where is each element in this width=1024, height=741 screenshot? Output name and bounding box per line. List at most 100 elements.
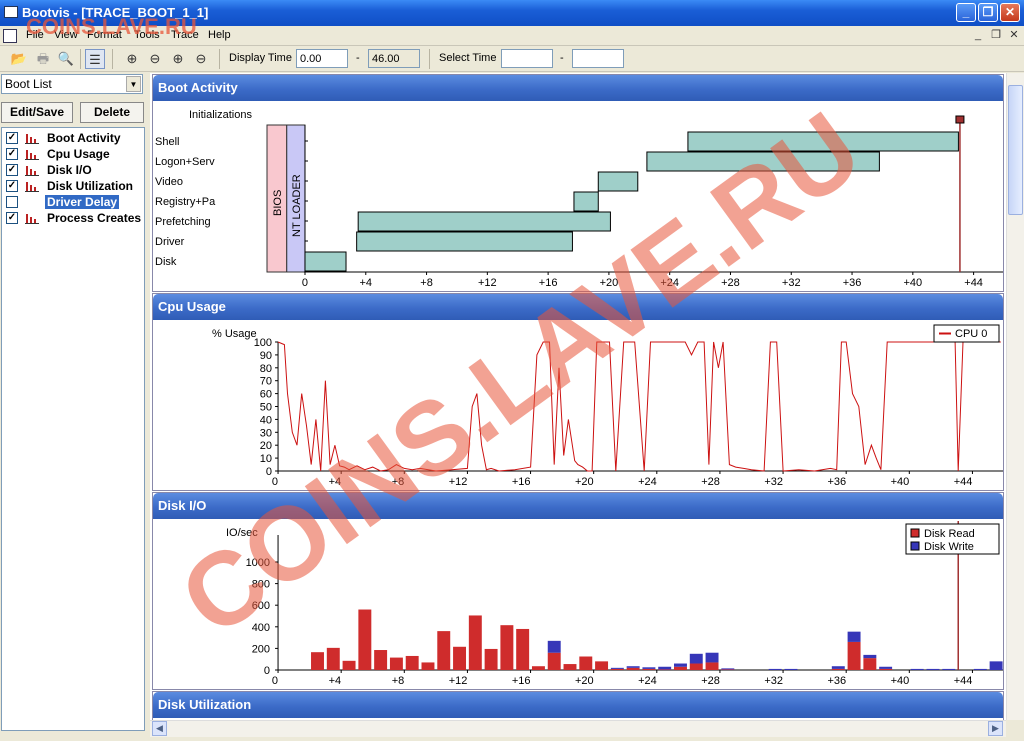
menu-trace[interactable]: Trace: [171, 29, 199, 41]
list-view-icon[interactable]: ☰: [85, 49, 105, 69]
disk-read-bar: [689, 663, 703, 670]
menu-tools[interactable]: Tools: [134, 29, 160, 41]
disk-write-bar: [689, 653, 703, 664]
horizontal-scrollbar[interactable]: ◀ ▶: [150, 720, 1006, 737]
x-tick-label: +8: [392, 675, 405, 687]
disk-write-bar: [547, 640, 561, 653]
disk-write-bar: [768, 668, 782, 670]
menu-help[interactable]: Help: [208, 29, 231, 41]
zoom-out-all-icon[interactable]: ⊖: [191, 49, 211, 69]
cpu-usage-chart[interactable]: % Usage01020304050607080901000 +4 +8 +12 +16…: [153, 320, 1003, 491]
close-button[interactable]: ✕: [1000, 3, 1020, 22]
disk-io-chart[interactable]: IO/sec 0 200 400 600 800 1000 0 +4 +8 +12 +16 +20 +24…: [153, 519, 1003, 690]
zoom-in-icon[interactable]: ⊕: [122, 49, 142, 69]
x-tick-label: +16: [512, 675, 531, 687]
disk-read-bar: [579, 656, 593, 670]
x-tick-label: +24: [638, 675, 657, 687]
y-tick-label: 70: [260, 376, 272, 388]
disk-write-bar: [942, 668, 956, 670]
edit-save-button[interactable]: Edit/Save: [1, 102, 73, 123]
checkbox[interactable]: ✓: [6, 148, 18, 160]
disk-write-bar: [989, 661, 1003, 670]
mdi-restore-button[interactable]: ❐: [988, 28, 1004, 43]
disk-write-bar: [626, 666, 640, 668]
checkbox[interactable]: ✓: [6, 180, 18, 192]
left-panel: Boot List ▼ Edit/Save Delete ✓ Boot Activ…: [0, 73, 148, 741]
list-item[interactable]: ✓ Boot Activity: [4, 130, 144, 146]
scroll-right-icon[interactable]: ▶: [988, 721, 1003, 736]
boot-list-dropdown[interactable]: Boot List ▼: [1, 74, 143, 94]
maximize-button[interactable]: ❐: [978, 3, 998, 22]
y-tick-label: 600: [252, 600, 270, 612]
disk-read-bar: [595, 661, 609, 670]
x-tick-label: +28: [701, 476, 720, 488]
list-item[interactable]: ✓ Cpu Usage: [4, 146, 144, 162]
checkbox[interactable]: ✓: [6, 132, 18, 144]
bar-chart-icon: [25, 148, 39, 160]
display-time-separator: -: [356, 52, 360, 64]
disk-write-bar: [879, 666, 893, 669]
disk-read-bar: [311, 652, 324, 670]
list-item-label: Process Creates: [47, 211, 142, 225]
open-folder-icon[interactable]: 📂: [9, 49, 29, 69]
menu-view[interactable]: View: [54, 29, 78, 41]
chevron-down-icon[interactable]: ▼: [126, 76, 141, 92]
x-tick-label: +36: [843, 277, 862, 289]
toolbar-separator: [80, 49, 81, 69]
x-tick-label: +44: [954, 675, 973, 687]
disk-read-bar: [374, 650, 388, 670]
display-time-to-input[interactable]: [368, 49, 420, 68]
x-tick-label: +44: [954, 476, 973, 488]
zoom-in-all-icon[interactable]: ⊕: [168, 49, 188, 69]
print-icon[interactable]: 🖶: [33, 49, 53, 69]
menu-file[interactable]: File: [26, 29, 44, 41]
row-label: Shell: [155, 136, 179, 148]
x-tick-label: +36: [828, 476, 847, 488]
x-tick-label: +36: [828, 675, 847, 687]
scroll-left-icon[interactable]: ◀: [152, 721, 167, 736]
checkbox[interactable]: ✓: [6, 212, 18, 224]
disk-read-bar: [610, 668, 624, 670]
y-tick-label: 400: [252, 622, 270, 634]
x-tick-label: +12: [449, 476, 468, 488]
minimize-button[interactable]: _: [956, 3, 976, 22]
vertical-scrollbar[interactable]: [1006, 73, 1024, 721]
disk-read-bar: [437, 631, 451, 670]
list-item-label: Boot Activity: [47, 131, 121, 145]
activity-bar: [597, 171, 639, 192]
chart-top-label: Initializations: [189, 109, 252, 121]
y-tick-label: 20: [260, 440, 272, 452]
list-item[interactable]: ✓ Process Creates: [4, 210, 144, 226]
y-tick-label: 10: [260, 453, 272, 465]
print-preview-icon[interactable]: 🔍: [56, 49, 76, 69]
y-axis-label: % Usage: [212, 328, 257, 340]
mdi-close-button[interactable]: ✕: [1006, 28, 1022, 43]
zoom-out-icon[interactable]: ⊖: [145, 49, 165, 69]
document-icon: [3, 29, 17, 43]
x-tick-label: +28: [721, 277, 740, 289]
select-time-to-input[interactable]: [572, 49, 624, 68]
x-tick-label: +8: [420, 277, 433, 289]
legend-label: CPU 0: [955, 328, 987, 340]
activity-bar: [304, 251, 347, 272]
checkbox[interactable]: ✓: [6, 164, 18, 176]
list-item[interactable]: ✓ Disk I/O: [4, 162, 144, 178]
checkbox[interactable]: [6, 196, 18, 208]
x-tick-label: +16: [512, 476, 531, 488]
x-tick-label: +12: [478, 277, 497, 289]
row-label: Logon+Serv: [155, 156, 215, 168]
mdi-minimize-button[interactable]: _: [970, 28, 986, 43]
y-tick-label: 90: [260, 350, 272, 362]
delete-button[interactable]: Delete: [80, 102, 144, 123]
disk-read-bar: [342, 660, 356, 670]
disk-read-bar: [453, 646, 467, 670]
list-item[interactable]: Driver Delay: [4, 194, 144, 210]
display-time-from-input[interactable]: [296, 49, 348, 68]
boot-activity-chart[interactable]: Initializations Shell Logon+Serv Video Regis…: [153, 101, 1003, 292]
list-item[interactable]: ✓ Disk Utilization: [4, 178, 144, 194]
x-tick-label: +4: [329, 476, 342, 488]
scrollbar-thumb[interactable]: [1008, 85, 1023, 215]
menu-format[interactable]: Format: [87, 29, 122, 41]
x-tick-label: +20: [600, 277, 619, 289]
select-time-from-input[interactable]: [501, 49, 553, 68]
